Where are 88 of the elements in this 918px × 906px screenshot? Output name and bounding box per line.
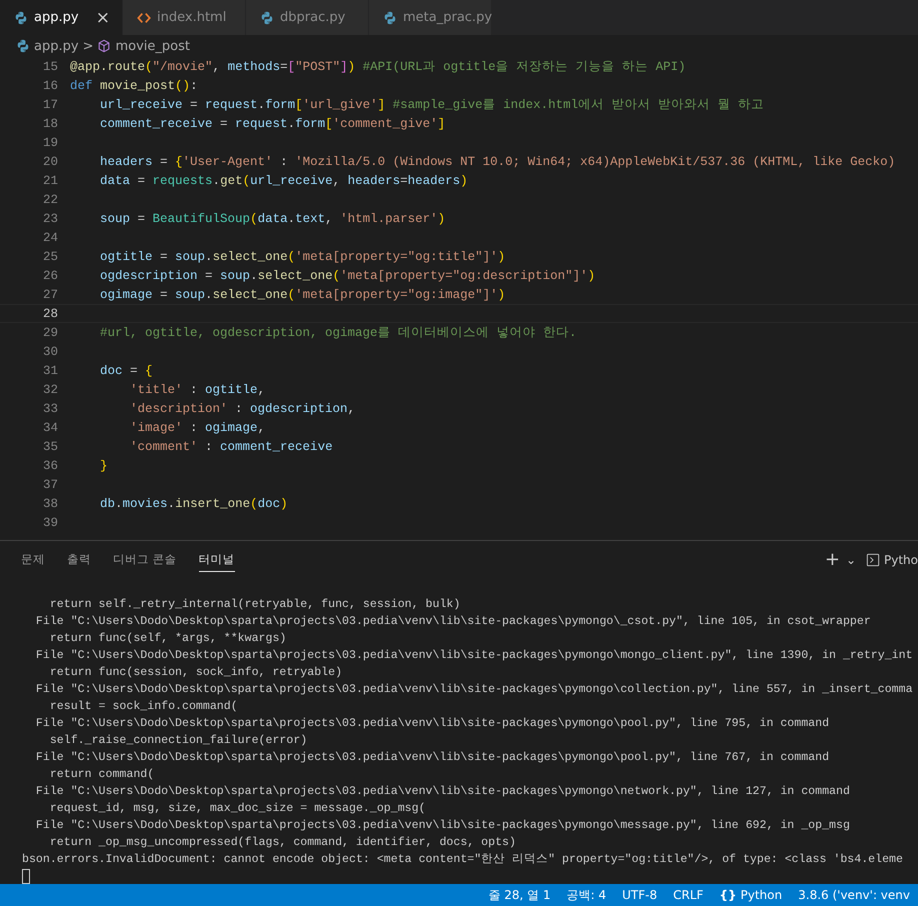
line-number: 18 [42, 116, 58, 130]
terminal-selector[interactable]: Pytho [866, 552, 918, 566]
code-line: doc = { [99, 364, 153, 378]
line-number: 23 [42, 212, 58, 226]
new-terminal-button[interactable]: + [824, 549, 840, 570]
python-file-icon [383, 10, 397, 24]
line-number: 38 [42, 496, 58, 510]
python-file-icon [16, 39, 30, 53]
close-icon[interactable]: × [96, 8, 110, 28]
terminal-line: return _op_msg_uncompressed(flags, command, identifier, docs, opts) [48, 835, 516, 851]
cursor-position[interactable]: 줄 28, 열 1 [480, 886, 559, 904]
line-number: 19 [42, 136, 58, 150]
code-line: ogdescription = soup.select_one('meta[property="og:description"]') [99, 268, 596, 282]
python-file-icon [14, 10, 28, 24]
line-number: 16 [42, 78, 58, 92]
code-line: comment_receive = request.form['comment_give'] [99, 116, 446, 130]
line-number: 21 [42, 174, 58, 188]
line-number: 30 [42, 344, 58, 358]
angle-brackets-icon [137, 10, 151, 24]
terminal-line: File "C:\Users\Dodo\Desktop\sparta\projects\03.pedia\venv\lib\site-packages\pymongo\mongo_client.py", line 1390, in _retry_int [34, 648, 913, 664]
terminal-line: return self._retry_internal(retryable, func, session, bulk) [48, 597, 460, 613]
cube-icon [97, 39, 112, 53]
panel-tab[interactable]: 터미널 [198, 548, 235, 572]
line-number: 22 [42, 192, 58, 206]
terminal-line: result = sock_info.command( [48, 699, 238, 715]
panel-tab[interactable]: 디버그 콘솔 [113, 548, 177, 572]
code-line: data = requests.get(url_receive, headers=headers) [99, 174, 468, 188]
interpreter[interactable]: 3.8.6 ('venv': venv [790, 888, 918, 902]
breadcrumb-item[interactable]: app.py [34, 38, 79, 54]
editor-tab[interactable]: app.py × [0, 0, 123, 35]
code-line: headers = {'User-Agent' : 'Mozilla/5.0 (Windows NT 10.0; Win64; x64)AppleWebKit/537.36 (KHTML, like Gecko) [99, 154, 896, 168]
terminal-line: return command( [48, 767, 154, 783]
line-number: 32 [42, 382, 58, 396]
terminal-line: File "C:\Users\Dodo\Desktop\sparta\projects\03.pedia\venv\lib\site-packages\pymongo\network.py", line 127, in command [34, 784, 850, 800]
line-number: 25 [42, 250, 58, 264]
terminal-line: File "C:\Users\Dodo\Desktop\sparta\projects\03.pedia\venv\lib\site-packages\pymongo\_csot.py", line 105, in csot_wrapper [34, 614, 871, 630]
terminal-line: return func(self, *args, **kwargs) [48, 631, 286, 647]
terminal-cursor [22, 869, 30, 884]
code-line: def movie_post(): [70, 78, 198, 92]
line-number: 17 [42, 98, 58, 112]
line-number: 36 [42, 458, 58, 472]
terminal-line: File "C:\Users\Dodo\Desktop\sparta\projects\03.pedia\venv\lib\site-packages\pymongo\message.py", line 692, in _op_msg [34, 818, 850, 834]
code-line: 'image' : ogimage, [129, 420, 266, 434]
editor-tab[interactable]: meta_prac.py [369, 0, 492, 35]
line-number: 33 [42, 402, 58, 416]
code-line: ogtitle = soup.select_one('meta[property="og:title"]') [99, 250, 506, 264]
panel-tab[interactable]: 출력 [67, 548, 91, 572]
line-ending[interactable]: CRLF [665, 888, 712, 902]
code-line: 'comment' : comment_receive [129, 440, 333, 454]
line-number: 27 [42, 288, 58, 302]
line-number: 35 [42, 440, 58, 454]
terminal-line: bson.errors.InvalidDocument: cannot encode object: <meta content="한산 리덕스" property="og:title"/>, of type: <class 'bs4.eleme [22, 852, 903, 868]
terminal-line: return func(session, sock_info, retryable) [48, 665, 342, 681]
line-number: 34 [42, 420, 58, 434]
line-number: 26 [42, 268, 58, 282]
code-line: #url, ogtitle, ogdescription, ogimage를 데이터베이스에 넣어야 한다. [99, 325, 577, 341]
code-line: } [99, 458, 108, 472]
terminal-line: File "C:\Users\Dodo\Desktop\sparta\projects\03.pedia\venv\lib\site-packages\pymongo\collection.py", line 557, in _insert_comma [34, 682, 913, 698]
breadcrumb-item[interactable]: movie_post [115, 38, 190, 54]
language-mode[interactable]: {} Python [711, 888, 790, 902]
editor-tab[interactable]: index.html [123, 0, 246, 35]
terminal-line: File "C:\Users\Dodo\Desktop\sparta\projects\03.pedia\venv\lib\site-packages\pymongo\pool.py", line 795, in command [34, 716, 830, 732]
code-line: soup = BeautifulSoup(data.text, 'html.parser') [99, 212, 446, 226]
terminal-icon [866, 552, 880, 566]
code-line: 'description' : ogdescription, [129, 402, 356, 416]
code-line: 'title' : ogtitle, [129, 382, 266, 396]
code-line: @app.route("/movie", methods=["POST"]) #API(URL과 ogtitle을 저장하는 기능을 하는 API) [70, 59, 686, 75]
terminal-line: File "C:\Users\Dodo\Desktop\sparta\projects\03.pedia\venv\lib\site-packages\pymongo\pool.py", line 767, in command [34, 750, 830, 766]
line-number: 24 [42, 230, 58, 244]
terminal-line: self._raise_connection_failure(error) [48, 733, 308, 749]
line-number: 39 [42, 516, 58, 530]
encoding[interactable]: UTF-8 [614, 888, 666, 902]
code-line: db.movies.insert_one(doc) [99, 496, 288, 510]
python-file-icon [260, 10, 274, 24]
panel-tab[interactable]: 문제 [21, 548, 45, 572]
editor-tab[interactable]: dbprac.py [246, 0, 369, 35]
breadcrumb-separator: > [82, 38, 94, 54]
line-number: 28 [42, 306, 58, 320]
terminal-line: request_id, msg, size, max_doc_size = message._op_msg( [48, 801, 426, 817]
indentation[interactable]: 공백: 4 [558, 886, 614, 904]
code-line: ogimage = soup.select_one('meta[property="og:image"]') [99, 288, 506, 302]
line-number: 15 [42, 60, 58, 74]
line-number: 29 [42, 326, 58, 340]
code-line: url_receive = request.form['url_give'] #sample_give를 index.html에서 받아서 받아와서 뭘 하고 [99, 97, 764, 113]
line-number: 31 [42, 364, 58, 378]
dropdown-button[interactable]: ⌄ [846, 552, 856, 566]
line-number: 37 [42, 478, 58, 492]
line-number: 20 [42, 154, 58, 168]
